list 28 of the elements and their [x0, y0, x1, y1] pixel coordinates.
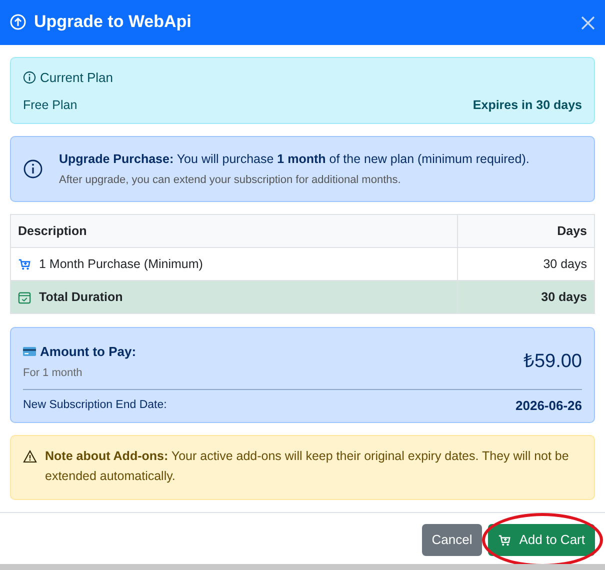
close-button[interactable]: [581, 16, 595, 30]
calendar-check-icon: [18, 290, 31, 304]
column-header: Description: [10, 214, 458, 248]
info-text: Upgrade Purchase: You will purchase 1 month of the new plan (minimum required).: [59, 150, 530, 168]
info-note: After upgrade, you can extend your subscription for additional months.: [59, 172, 402, 188]
cart-icon: [498, 534, 512, 546]
description-cell-text: 1 Month Purchase (Minimum): [39, 256, 203, 273]
add-to-cart-button[interactable]: Add to Cart: [488, 524, 595, 556]
days-cell: 30 days: [541, 290, 587, 304]
period-text: For 1 month: [23, 366, 84, 380]
days-cell: 30 days: [543, 256, 587, 271]
panel-heading: Current Plan: [40, 69, 113, 87]
plan-name: Free Plan: [23, 96, 78, 114]
end-date-label: New Subscription End Date:: [23, 398, 167, 414]
end-date-value: 2026-06-26: [516, 397, 582, 415]
warning-text: Note about Add-ons: Your active add-ons will keep their original expiry dates. They will not be extended automatically.: [45, 448, 570, 485]
warning-icon: [23, 450, 37, 463]
cart-icon: [18, 258, 31, 270]
info-icon: [23, 159, 43, 179]
column-header: Days: [458, 214, 594, 248]
cancel-button[interactable]: Cancel: [422, 524, 482, 556]
credit-card-icon: [23, 347, 36, 356]
description-cell-text: Total Duration: [39, 288, 123, 306]
modal-title: Upgrade to WebApi: [34, 12, 192, 33]
amount-label: Amount to Pay:: [40, 343, 136, 361]
amount-value: ₺59.00: [523, 350, 582, 374]
expiry-text: Expires in 30 days: [472, 96, 582, 114]
info-icon: [23, 71, 36, 84]
